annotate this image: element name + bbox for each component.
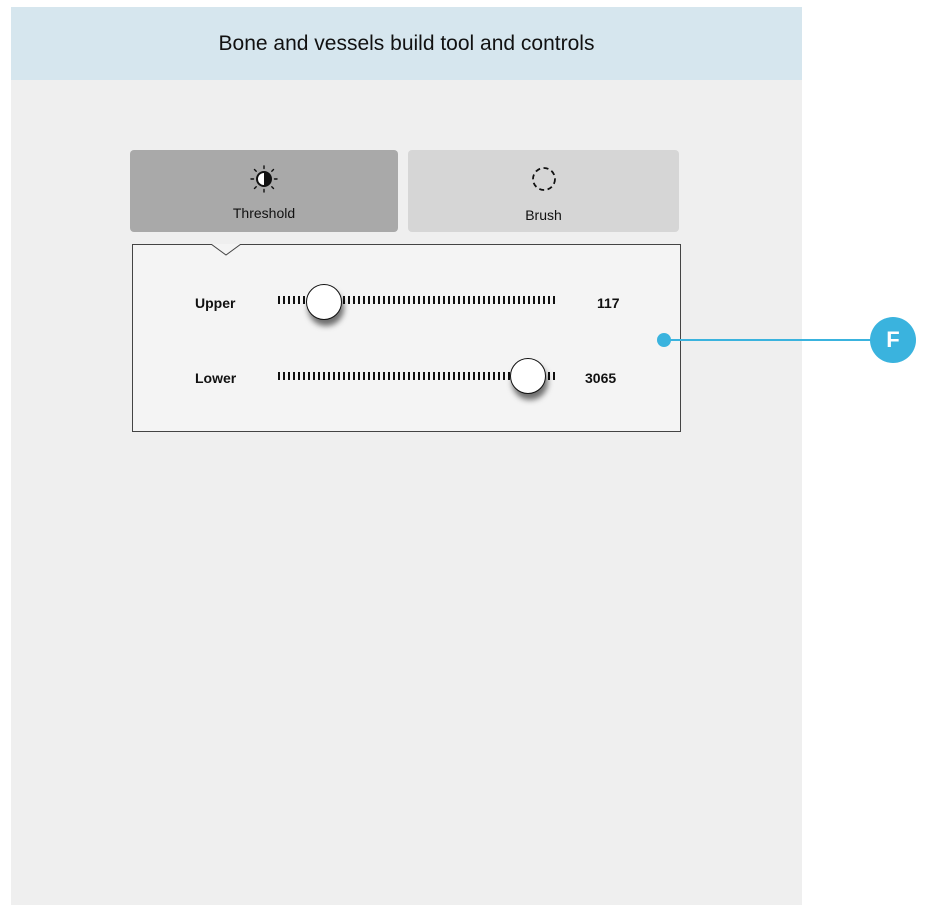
threshold-panel — [132, 244, 681, 432]
upper-label: Upper — [195, 295, 236, 311]
upper-value: 117 — [597, 295, 620, 311]
callout-badge: F — [870, 317, 916, 363]
upper-slider-thumb[interactable] — [305, 284, 342, 320]
page-title: Bone and vessels build tool and controls — [218, 31, 595, 55]
tab-brush-label: Brush — [525, 207, 562, 223]
callout-dot — [657, 333, 671, 347]
tab-threshold[interactable]: Threshold — [130, 150, 398, 232]
contrast-icon — [250, 165, 278, 193]
main-frame: Bone and vessels build tool and controls… — [11, 7, 802, 905]
lower-slider-thumb[interactable] — [510, 358, 547, 394]
tab-brush[interactable]: Brush — [408, 150, 679, 232]
panel-pointer — [211, 242, 241, 256]
lower-label: Lower — [195, 370, 237, 386]
lower-value: 3065 — [585, 370, 617, 386]
header-bar: Bone and vessels build tool and controls — [11, 7, 802, 80]
tab-threshold-label: Threshold — [232, 205, 296, 221]
callout-line — [665, 339, 885, 341]
dashed-circle-icon — [531, 167, 556, 191]
